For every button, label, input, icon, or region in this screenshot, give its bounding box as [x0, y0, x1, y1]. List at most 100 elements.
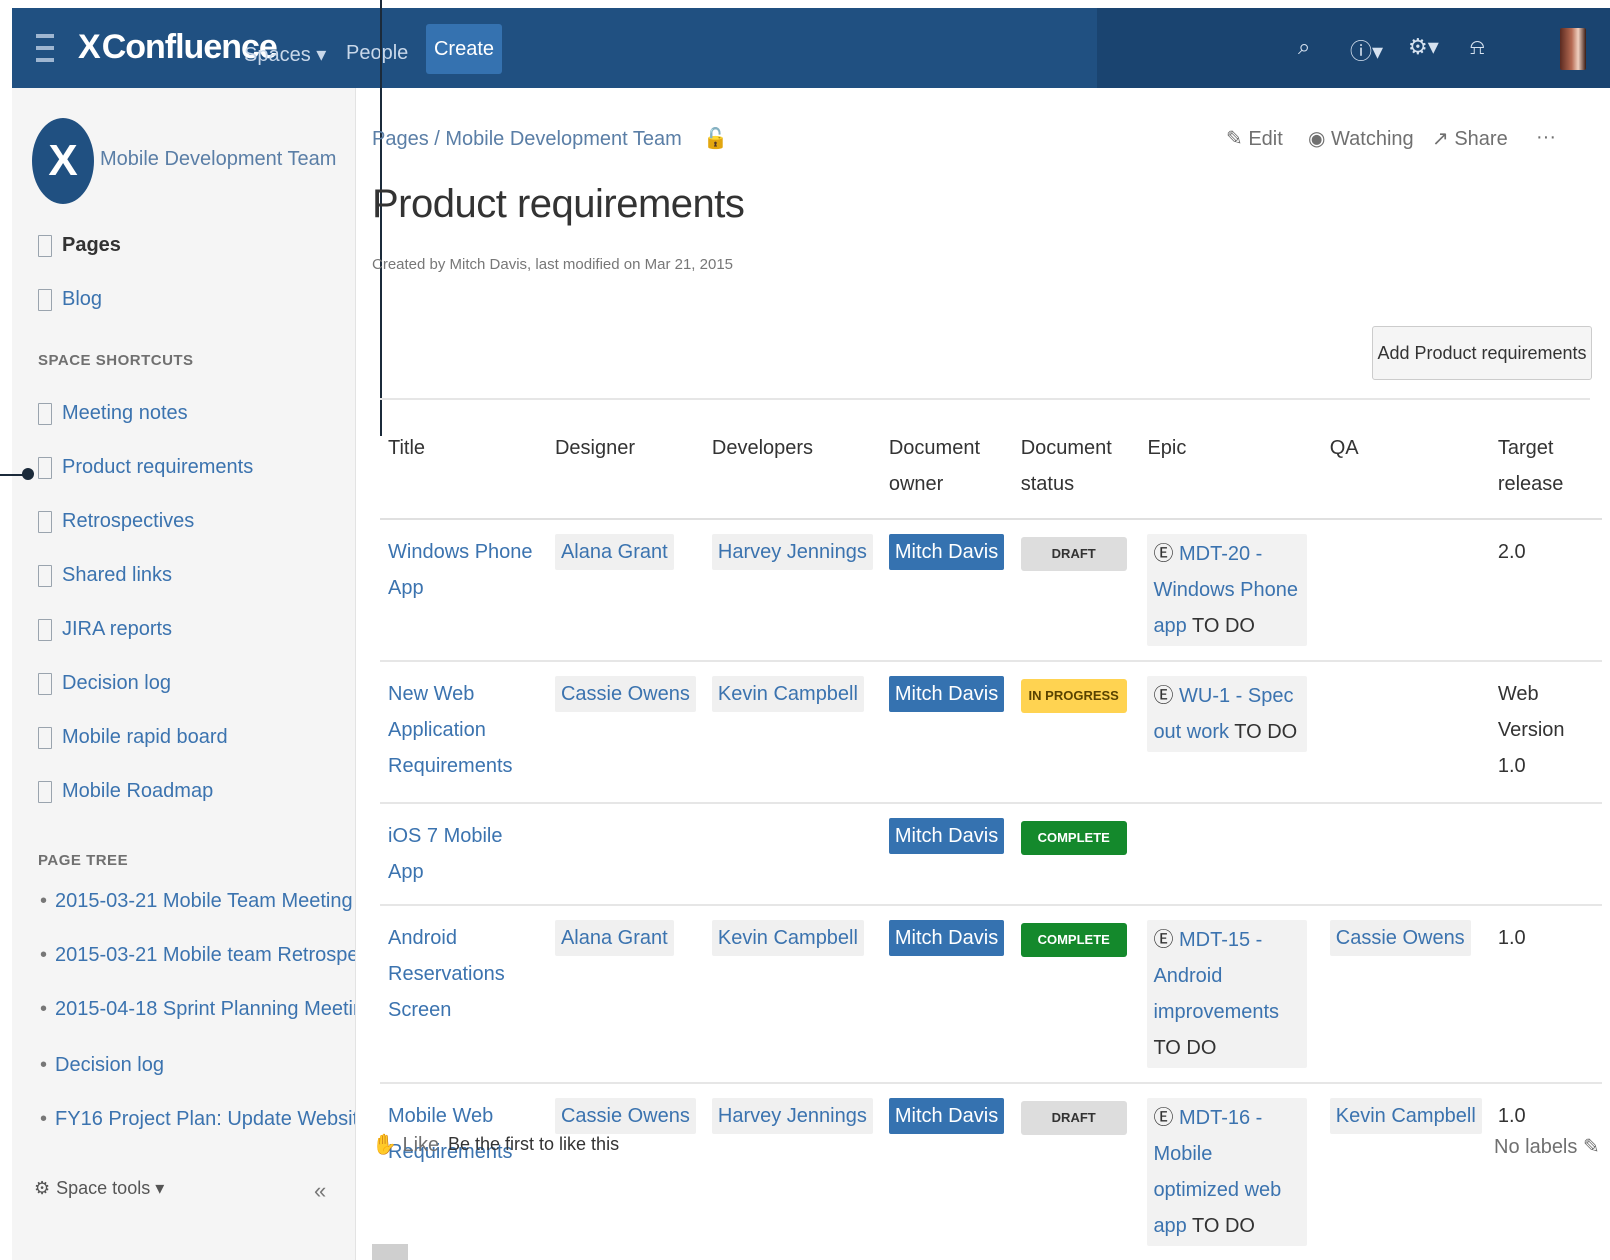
- sidebar-item-label: Shared links: [62, 564, 173, 586]
- qa-mention[interactable]: Cassie Owens: [1329, 920, 1471, 956]
- requirement-title-link[interactable]: iOS 7 Mobile App: [388, 825, 503, 883]
- sidebar-item-label: Mobile Roadmap: [62, 780, 214, 802]
- owner-mention[interactable]: Mitch Davis: [888, 676, 1005, 712]
- sidebar-item-jira-reports[interactable]: JIRA reports: [38, 618, 172, 641]
- table-row: Windows Phone App Alana Grant Harvey Jen…: [380, 519, 1602, 662]
- gear-icon[interactable]: ⚙▾: [1408, 34, 1439, 60]
- column-header-target-release[interactable]: Target release: [1489, 418, 1602, 520]
- table-row: New Web Application Requirements Cassie …: [380, 661, 1602, 804]
- page-icon: [38, 780, 52, 803]
- sidebar-item-label: Blog: [62, 288, 103, 310]
- jira-issue-icon: Ⓔ: [1153, 1107, 1174, 1129]
- restrictions-icon[interactable]: 🔓: [703, 128, 728, 150]
- owner-mention[interactable]: Mitch Davis: [888, 920, 1005, 956]
- designer-mention[interactable]: Cassie Owens: [554, 676, 696, 712]
- column-header-qa[interactable]: QA: [1321, 418, 1490, 520]
- create-button[interactable]: Create: [426, 24, 502, 74]
- search-icon[interactable]: ⌕: [1298, 34, 1310, 60]
- developer-mention[interactable]: Harvey Jennings: [711, 1098, 873, 1134]
- sidebar-item-meeting-notes[interactable]: Meeting notes: [38, 402, 188, 425]
- share-icon: ↗: [1432, 128, 1449, 150]
- developer-mention[interactable]: Kevin Campbell: [711, 920, 864, 956]
- nav-spaces-menu[interactable]: Spaces ▾: [244, 42, 326, 67]
- page-tree-item-label: 2015-04-18 Sprint Planning Meeting notes: [55, 998, 355, 1020]
- page-tree-item[interactable]: •2015-04-18 Sprint Planning Meeting note…: [40, 998, 355, 1021]
- notifications-icon[interactable]: ⍾: [1470, 34, 1485, 60]
- like-button[interactable]: ✋ Like: [372, 1132, 439, 1157]
- owner-mention[interactable]: Mitch Davis: [888, 818, 1005, 854]
- collapse-sidebar-button[interactable]: «: [314, 1178, 326, 1204]
- breadcrumb[interactable]: Pages / Mobile Development Team 🔓: [372, 126, 728, 151]
- designer-mention[interactable]: Cassie Owens: [554, 1098, 696, 1134]
- edit-button[interactable]: ✎ Edit: [1226, 126, 1283, 151]
- top-navigation-bar: XConfluence Spaces ▾ People Create ⌕ ⓘ▾ …: [12, 8, 1610, 88]
- help-icon[interactable]: ⓘ▾: [1350, 34, 1383, 66]
- watching-label: Watching: [1331, 128, 1414, 150]
- jira-epic-link[interactable]: Ⓔ MDT-16 - Mobile optimized web app TO D…: [1147, 1098, 1308, 1246]
- sidebar-item-shared-links[interactable]: Shared links: [38, 564, 172, 587]
- designer-mention[interactable]: Alana Grant: [554, 534, 674, 570]
- page-tree-item-label: 2015-03-21 Mobile team Retrospective: [55, 944, 355, 966]
- sidebar-item-pages[interactable]: Pages: [38, 234, 121, 257]
- page-tree-item[interactable]: •2015-03-21 Mobile team Retrospective: [40, 944, 355, 967]
- shortcuts-heading: SPACE SHORTCUTS: [38, 352, 194, 369]
- owner-mention[interactable]: Mitch Davis: [888, 534, 1005, 570]
- user-avatar[interactable]: [1560, 28, 1586, 70]
- page-metadata: Created by Mitch Davis, last modified on…: [372, 256, 734, 273]
- page-tree-item-label: 2015-03-21 Mobile Team Meeting notes: [55, 890, 355, 912]
- space-tools-menu[interactable]: ⚙ Space tools ▾: [34, 1178, 164, 1199]
- developer-mention[interactable]: Kevin Campbell: [711, 676, 864, 712]
- page-icon: [38, 456, 52, 479]
- share-button[interactable]: ↗ Share: [1432, 126, 1508, 151]
- page-tree-item-label: Decision log: [55, 1054, 164, 1076]
- sidebar-item-product-requirements[interactable]: Product requirements: [38, 456, 253, 479]
- page-tree-item[interactable]: •2015-03-21 Mobile Team Meeting notes: [40, 890, 355, 913]
- owner-mention[interactable]: Mitch Davis: [888, 1098, 1005, 1134]
- app-switcher-icon[interactable]: [36, 34, 54, 62]
- page-icon: [38, 672, 52, 695]
- column-header-epic[interactable]: Epic: [1139, 418, 1322, 520]
- column-header-developers[interactable]: Developers: [703, 418, 881, 520]
- status-badge: DRAFT: [1020, 537, 1127, 571]
- sidebar-item-blog[interactable]: Blog: [38, 288, 102, 311]
- epic-key: MDT-20: [1179, 543, 1251, 565]
- requirement-title-link[interactable]: Android Reservations Screen: [388, 927, 505, 1021]
- column-header-title[interactable]: Title: [380, 418, 547, 520]
- sidebar-item-mobile-rapid-board[interactable]: Mobile rapid board: [38, 726, 228, 749]
- sidebar-item-mobile-roadmap[interactable]: Mobile Roadmap: [38, 780, 213, 803]
- breadcrumb-text[interactable]: Pages / Mobile Development Team: [372, 128, 682, 150]
- column-header-document-owner[interactable]: Document owner: [880, 418, 1013, 520]
- page-tree-item[interactable]: •FY16 Project Plan: Update Website & Mob…: [40, 1108, 355, 1131]
- jira-epic-link[interactable]: Ⓔ MDT-15 - Android improvements TO DO: [1147, 920, 1308, 1068]
- logo-mark: X: [78, 28, 101, 66]
- edit-label: Edit: [1248, 128, 1283, 150]
- sidebar-item-decision-log[interactable]: Decision log: [38, 672, 171, 695]
- column-header-designer[interactable]: Designer: [546, 418, 704, 520]
- labels-button[interactable]: No labels ✎: [1494, 1134, 1600, 1159]
- status-badge: COMPLETE: [1020, 821, 1127, 855]
- designer-mention[interactable]: Alana Grant: [554, 920, 674, 956]
- pencil-icon: ✎: [1226, 128, 1243, 150]
- add-product-requirements-button[interactable]: Add Product requirements: [1372, 326, 1592, 380]
- nav-people-link[interactable]: People: [346, 42, 408, 65]
- jira-issue-icon: Ⓔ: [1153, 543, 1174, 565]
- table-header-row: Title Designer Developers Document owner…: [380, 418, 1602, 520]
- jira-epic-link[interactable]: Ⓔ WU-1 - Spec out work TO DO: [1147, 676, 1308, 752]
- sidebar-item-retrospectives[interactable]: Retrospectives: [38, 510, 194, 533]
- qa-mention[interactable]: Kevin Campbell: [1329, 1098, 1482, 1134]
- epic-status: TO DO: [1234, 721, 1298, 743]
- developer-mention[interactable]: Harvey Jennings: [711, 534, 873, 570]
- page-tree-item[interactable]: • Decision log: [40, 1054, 164, 1077]
- status-badge: COMPLETE: [1020, 923, 1127, 957]
- space-sidebar: X Mobile Development Team Pages Blog SPA…: [12, 88, 356, 1260]
- more-actions-button[interactable]: ···: [1536, 126, 1556, 149]
- comment-avatar: [372, 1244, 408, 1260]
- column-header-document-status[interactable]: Document status: [1012, 418, 1140, 520]
- watching-button[interactable]: ◉ Watching: [1308, 126, 1414, 151]
- space-name-link[interactable]: Mobile Development Team: [100, 148, 336, 171]
- jira-epic-link[interactable]: Ⓔ MDT-20 - Windows Phone app TO DO: [1147, 534, 1308, 646]
- requirement-title-link[interactable]: New Web Application Requirements: [388, 683, 513, 777]
- space-logo[interactable]: X: [32, 118, 94, 204]
- requirement-title-link[interactable]: Windows Phone App: [388, 541, 533, 599]
- table-row: iOS 7 Mobile App Mitch Davis COMPLETE: [380, 803, 1602, 906]
